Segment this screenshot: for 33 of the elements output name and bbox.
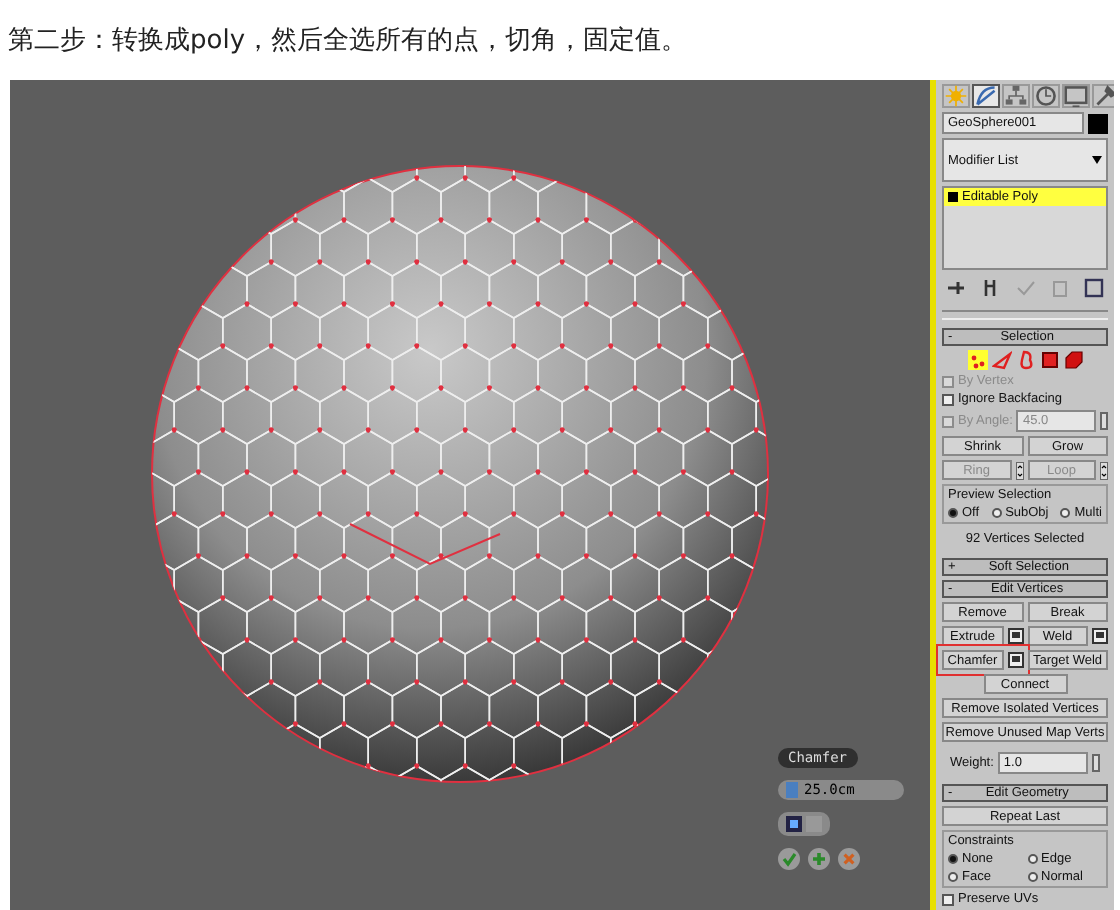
panel-tab[interactable] <box>1092 84 1114 108</box>
square-icon[interactable] <box>1039 350 1059 370</box>
pin-icon[interactable] <box>946 278 966 298</box>
panel-tab[interactable] <box>1062 84 1090 108</box>
radio-button[interactable] <box>948 854 958 864</box>
radio-button[interactable] <box>1027 854 1037 864</box>
color-swatch-icon[interactable] <box>1088 113 1108 133</box>
radio-button[interactable] <box>948 508 958 518</box>
monitor-icon <box>1064 82 1088 110</box>
vertex-icon[interactable] <box>967 350 987 370</box>
radio-button[interactable] <box>1060 508 1071 518</box>
settings-icon[interactable] <box>1007 628 1023 644</box>
panel-tab[interactable] <box>1032 84 1060 108</box>
settings-icon[interactable] <box>1092 628 1108 644</box>
clock-icon <box>1034 82 1058 110</box>
caption-text: 第二步：转换成poly，然后全选所有的点，切角，固定值。 <box>8 26 688 56</box>
mode-toggle[interactable] <box>778 812 830 836</box>
panel-tab[interactable] <box>972 84 1000 108</box>
dropdown-arrow-icon <box>1092 156 1102 164</box>
curve-icon <box>974 82 998 110</box>
hierarchy-icon <box>1004 82 1028 110</box>
radio-button[interactable] <box>948 872 958 882</box>
cube-icon[interactable] <box>1063 350 1083 370</box>
hammer-icon <box>1094 82 1114 110</box>
checkbox[interactable] <box>942 893 954 905</box>
panel-tab[interactable] <box>1002 84 1030 108</box>
edge-icon[interactable] <box>991 350 1011 370</box>
radio-button[interactable] <box>991 508 1002 518</box>
radio-button[interactable] <box>1027 872 1037 882</box>
checkbox[interactable] <box>942 393 954 405</box>
settings-icon[interactable] <box>1007 652 1023 668</box>
sun-icon <box>944 82 968 110</box>
check-icon[interactable] <box>1015 278 1035 298</box>
